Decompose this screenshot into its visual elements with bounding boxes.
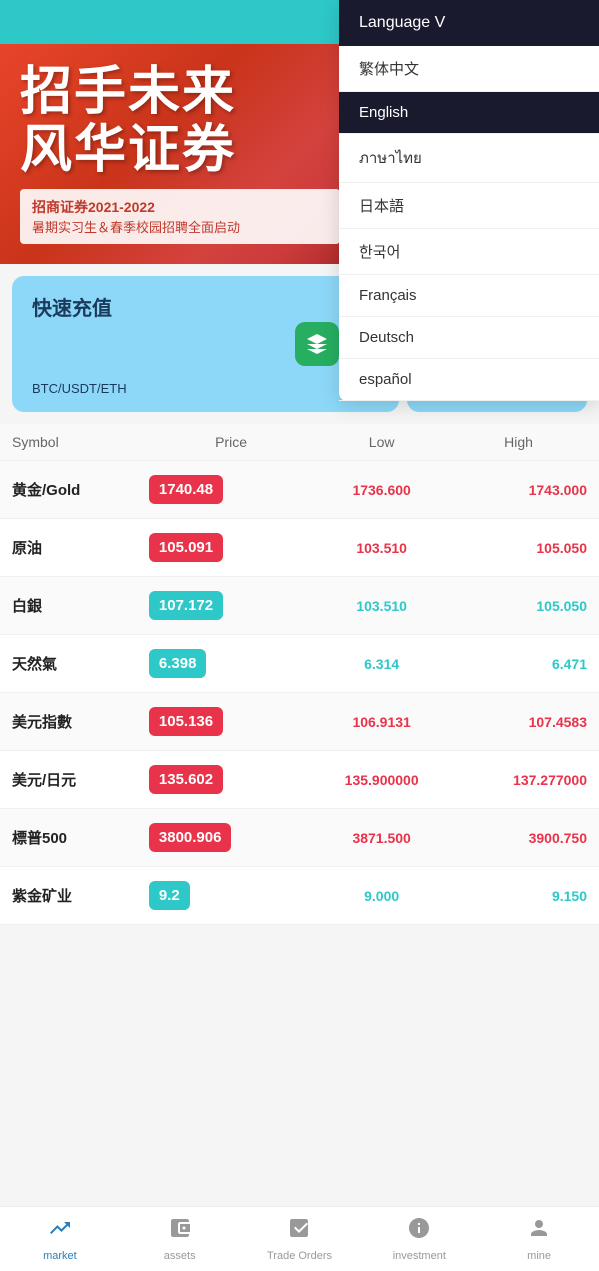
high-value: 137.277000 [450, 772, 587, 788]
low-value: 135.900000 [313, 772, 450, 788]
header-low: Low [313, 434, 450, 450]
price-badge: 105.091 [149, 533, 223, 562]
table-row[interactable]: 標普500 3800.906 3871.500 3900.750 [0, 809, 599, 867]
lang-option-traditional-chinese[interactable]: 繁体中文 [339, 46, 599, 92]
lang-header-title: Language V [359, 14, 445, 32]
table-row[interactable]: 紫金矿业 9.2 9.000 9.150 [0, 867, 599, 925]
lang-option-japanese[interactable]: 日本語 [339, 183, 599, 229]
symbol-name: 紫金矿业 [12, 885, 149, 906]
trade-orders-icon [287, 1216, 311, 1246]
banner-subtitle-line2: 暑期实习生＆春季校园招聘全面启动 [32, 217, 328, 236]
lang-option-korean[interactable]: 한국어 [339, 229, 599, 275]
high-value: 3900.750 [450, 830, 587, 846]
high-value: 9.150 [450, 888, 587, 904]
symbol-name: 白銀 [12, 595, 149, 616]
symbol-name: 美元指數 [12, 711, 149, 732]
high-value: 6.471 [450, 656, 587, 672]
lang-option-french[interactable]: Français [339, 275, 599, 317]
table-header: Symbol Price Low High [0, 424, 599, 461]
nav-item-assets[interactable]: assets [120, 1216, 240, 1262]
table-row[interactable]: 白銀 107.172 103.510 105.050 [0, 577, 599, 635]
header-symbol: Symbol [12, 434, 149, 450]
nav-label-trade-orders: Trade Orders [267, 1250, 332, 1262]
price-badge: 135.602 [149, 765, 223, 794]
deposit-icon-green [295, 322, 339, 366]
nav-item-market[interactable]: market [0, 1216, 120, 1262]
nav-label-investment: investment [393, 1250, 446, 1262]
symbol-name: 原油 [12, 537, 149, 558]
nav-item-mine[interactable]: mine [479, 1216, 599, 1262]
low-value: 6.314 [313, 656, 450, 672]
price-badge: 6.398 [149, 649, 207, 678]
lang-dropdown-header: Language V [339, 0, 599, 46]
investment-icon [407, 1216, 431, 1246]
price-badge: 3800.906 [149, 823, 232, 852]
table-row[interactable]: 美元指數 105.136 106.9131 107.4583 [0, 693, 599, 751]
symbol-name: 黄金/Gold [12, 479, 149, 500]
symbol-name: 美元/日元 [12, 769, 149, 790]
price-badge: 1740.48 [149, 475, 223, 504]
lang-option-spanish[interactable]: español [339, 359, 599, 401]
high-value: 107.4583 [450, 714, 587, 730]
nav-label-assets: assets [164, 1250, 196, 1262]
price-badge: 9.2 [149, 881, 190, 910]
language-dropdown: Language V 繁体中文 English ภาษาไทย 日本語 한국어 … [339, 0, 599, 401]
price-badge: 107.172 [149, 591, 223, 620]
lang-option-english[interactable]: English [339, 92, 599, 134]
table-row[interactable]: 原油 105.091 103.510 105.050 [0, 519, 599, 577]
table-row[interactable]: 天然氣 6.398 6.314 6.471 [0, 635, 599, 693]
low-value: 1736.600 [313, 482, 450, 498]
lang-option-thai[interactable]: ภาษาไทย [339, 134, 599, 183]
header-high: High [450, 434, 587, 450]
banner-subtitle: 招商证券2021-2022 暑期实习生＆春季校园招聘全面启动 [20, 189, 340, 244]
bottom-nav: market assets Trade Orders investment [0, 1206, 599, 1271]
market-table: Symbol Price Low High 黄金/Gold 1740.48 17… [0, 424, 599, 925]
table-row[interactable]: 美元/日元 135.602 135.900000 137.277000 [0, 751, 599, 809]
market-icon [48, 1216, 72, 1246]
symbol-name: 標普500 [12, 827, 149, 848]
price-badge: 105.136 [149, 707, 223, 736]
high-value: 1743.000 [450, 482, 587, 498]
low-value: 103.510 [313, 540, 450, 556]
nav-label-mine: mine [527, 1250, 551, 1262]
nav-item-investment[interactable]: investment [359, 1216, 479, 1262]
nav-label-market: market [43, 1250, 77, 1262]
low-value: 3871.500 [313, 830, 450, 846]
assets-icon [168, 1216, 192, 1246]
quick-deposit-title: 快速充值 [32, 292, 379, 321]
high-value: 105.050 [450, 540, 587, 556]
low-value: 103.510 [313, 598, 450, 614]
header-price: Price [149, 434, 313, 450]
mine-icon [527, 1216, 551, 1246]
lang-option-german[interactable]: Deutsch [339, 317, 599, 359]
quick-deposit-subtitle: BTC/USDT/ETH [32, 381, 379, 396]
low-value: 9.000 [313, 888, 450, 904]
table-row[interactable]: 黄金/Gold 1740.48 1736.600 1743.000 [0, 461, 599, 519]
high-value: 105.050 [450, 598, 587, 614]
nav-item-trade-orders[interactable]: Trade Orders [240, 1216, 360, 1262]
low-value: 106.9131 [313, 714, 450, 730]
symbol-name: 天然氣 [12, 653, 149, 674]
banner-subtitle-line1: 招商证券2021-2022 [32, 197, 328, 217]
